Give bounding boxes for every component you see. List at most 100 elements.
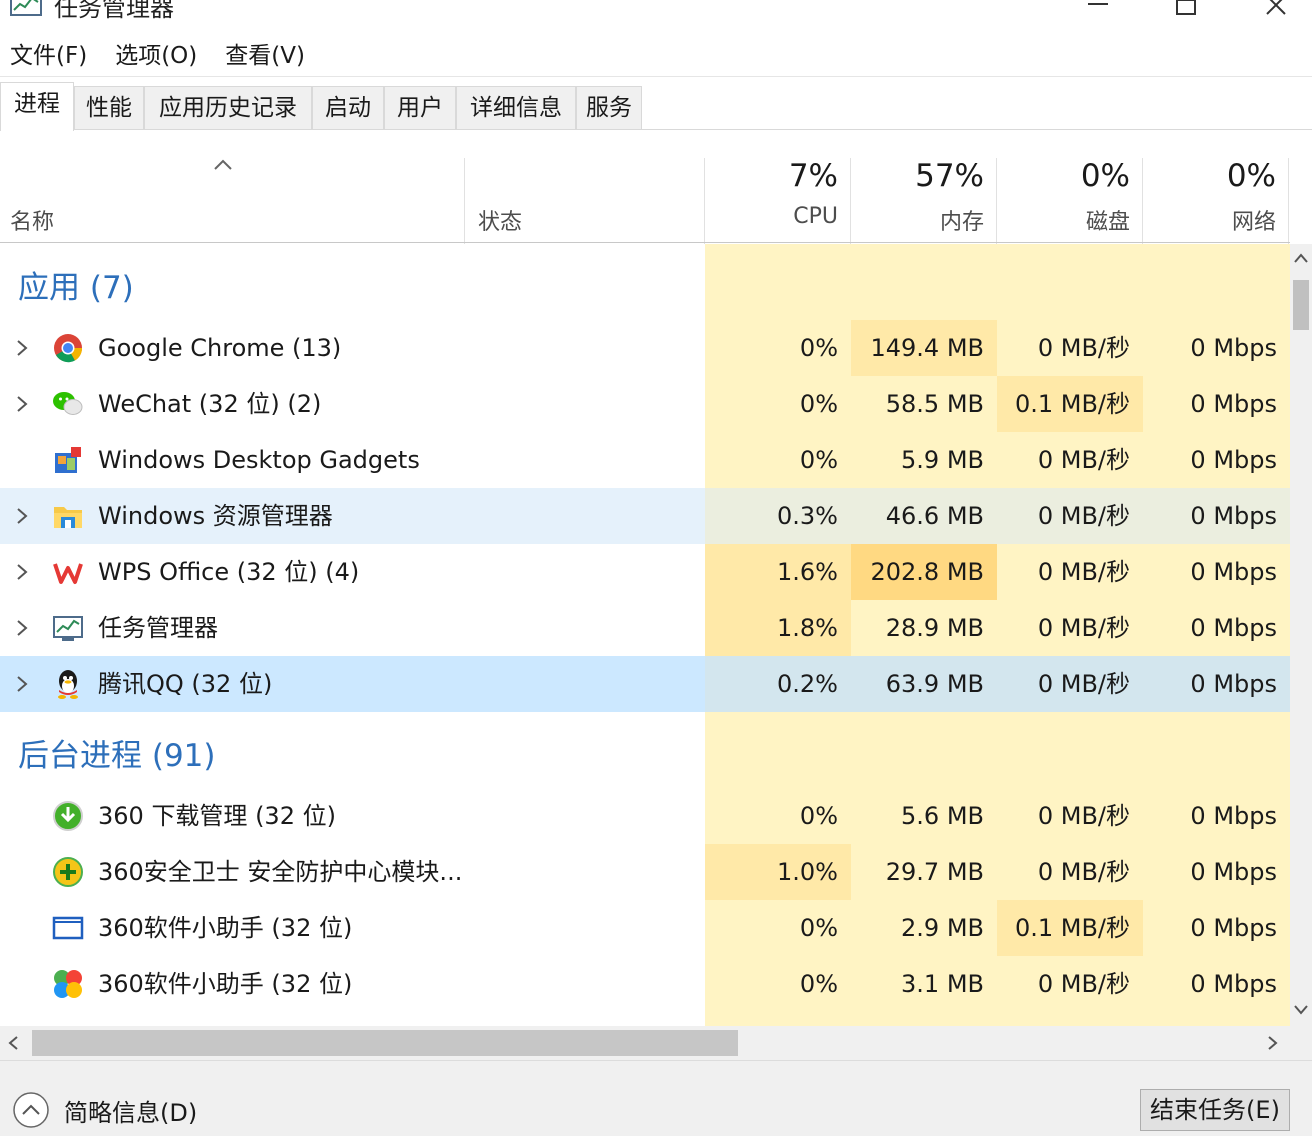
memory-value: 3.1 MB xyxy=(901,970,984,998)
column-separator[interactable] xyxy=(850,158,851,244)
process-name: Windows Desktop Gadgets xyxy=(98,446,420,474)
column-network[interactable]: 网络 xyxy=(1156,204,1276,236)
process-row-selected[interactable]: 腾讯QQ (32 位) 0.2% 63.9 MB 0 MB/秒 0 Mbps xyxy=(0,656,1290,712)
memory-value: 28.9 MB xyxy=(885,614,984,642)
tab-startup[interactable]: 启动 xyxy=(312,86,384,130)
process-row[interactable]: WeChat (32 位) (2) 0% 58.5 MB 0.1 MB/秒 0 … xyxy=(0,376,1290,432)
group-header-apps: 应用 (7) xyxy=(0,260,1290,316)
disk-value: 0 MB/秒 xyxy=(997,488,1143,544)
sort-ascending-icon[interactable] xyxy=(212,158,234,172)
process-row[interactable]: Google Chrome (13) 0% 149.4 MB 0 MB/秒 0 … xyxy=(0,320,1290,376)
cpu-value: 0% xyxy=(799,970,838,998)
process-row[interactable]: 360软件小助手 (32 位) 0% 3.1 MB 0 MB/秒 0 Mbps xyxy=(0,956,1290,1012)
scroll-right-icon[interactable] xyxy=(1264,1035,1280,1051)
horizontal-scroll-thumb[interactable] xyxy=(32,1030,738,1056)
memory-total-percent[interactable]: 57% xyxy=(864,158,984,194)
cpu-value: 0% xyxy=(799,914,838,942)
header-divider xyxy=(0,242,1290,243)
scroll-left-icon[interactable] xyxy=(6,1035,22,1051)
disk-total-percent[interactable]: 0% xyxy=(1010,158,1130,194)
vertical-scrollbar[interactable] xyxy=(1290,244,1312,1026)
tab-app-history[interactable]: 应用历史记录 xyxy=(144,86,312,130)
column-separator[interactable] xyxy=(1142,158,1143,244)
close-icon[interactable] xyxy=(1256,0,1296,20)
column-separator[interactable] xyxy=(996,158,997,244)
column-disk[interactable]: 磁盘 xyxy=(1010,204,1130,236)
process-name: WeChat (32 位) (2) xyxy=(98,390,322,418)
chevron-right-icon[interactable] xyxy=(12,338,32,358)
scrollbar-corner xyxy=(1290,1026,1312,1060)
network-value: 0 Mbps xyxy=(1190,334,1277,362)
disk-value: 0 MB/秒 xyxy=(1037,614,1130,642)
network-value: 0 Mbps xyxy=(1190,390,1277,418)
network-value: 0 Mbps xyxy=(1143,656,1290,712)
memory-value: 149.4 MB xyxy=(851,320,997,376)
process-list[interactable]: 应用 (7) Google Chrome (13) 0% 149.4 MB 0 … xyxy=(0,244,1290,1026)
network-total-percent[interactable]: 0% xyxy=(1156,158,1276,194)
scroll-up-icon[interactable] xyxy=(1293,252,1309,264)
tab-details[interactable]: 详细信息 xyxy=(456,86,576,130)
disk-value: 0 MB/秒 xyxy=(1037,446,1130,474)
process-row[interactable]: Windows 资源管理器 0.3% 46.6 MB 0 MB/秒 0 Mbps xyxy=(0,488,1290,544)
chevron-right-icon[interactable] xyxy=(12,562,32,582)
tab-services[interactable]: 服务 xyxy=(576,86,642,130)
wps-icon xyxy=(53,563,83,584)
end-task-button[interactable]: 结束任务(E) xyxy=(1140,1089,1290,1131)
disk-value: 0.1 MB/秒 xyxy=(997,900,1143,956)
column-separator[interactable] xyxy=(1288,158,1289,244)
column-name[interactable]: 名称 xyxy=(10,204,54,236)
process-name: 任务管理器 xyxy=(98,614,218,642)
process-row[interactable]: 360 下载管理 (32 位) 0% 5.6 MB 0 MB/秒 0 Mbps xyxy=(0,788,1290,844)
process-name: 360软件小助手 (32 位) xyxy=(98,970,353,998)
360-security-icon xyxy=(53,857,83,887)
column-cpu[interactable]: CPU xyxy=(718,204,838,229)
menu-divider xyxy=(0,76,1312,77)
process-name: Windows 资源管理器 xyxy=(98,502,333,530)
chevron-right-icon[interactable] xyxy=(12,674,32,694)
cpu-value: 0% xyxy=(799,390,838,418)
download-icon xyxy=(53,801,83,831)
group-header-background: 后台进程 (91) xyxy=(0,728,1290,784)
vertical-scroll-thumb[interactable] xyxy=(1293,280,1309,330)
footer: 简略信息(D) 结束任务(E) xyxy=(0,1060,1312,1136)
process-row[interactable]: 360安全卫士 安全防护中心模块... 1.0% 29.7 MB 0 MB/秒 … xyxy=(0,844,1290,900)
memory-value: 29.7 MB xyxy=(885,858,984,886)
disk-value: 0 MB/秒 xyxy=(1037,970,1130,998)
chevron-right-icon[interactable] xyxy=(12,506,32,526)
network-value: 0 Mbps xyxy=(1190,558,1277,586)
disk-value: 0 MB/秒 xyxy=(1037,802,1130,830)
tab-processes[interactable]: 进程 xyxy=(0,82,74,131)
maximize-icon[interactable] xyxy=(1166,0,1206,20)
process-row[interactable]: 360软件小助手 (32 位) 0% 2.9 MB 0.1 MB/秒 0 Mbp… xyxy=(0,900,1290,956)
scroll-down-icon[interactable] xyxy=(1293,1004,1309,1016)
tab-performance[interactable]: 性能 xyxy=(74,86,144,130)
chevron-right-icon[interactable] xyxy=(12,394,32,414)
chevron-up-circle-icon[interactable] xyxy=(12,1091,50,1129)
disk-value: 0 MB/秒 xyxy=(1037,558,1130,586)
menu-options[interactable]: 选项(O) xyxy=(115,36,197,76)
horizontal-scrollbar[interactable] xyxy=(0,1026,1290,1060)
memory-value: 63.9 MB xyxy=(851,656,997,712)
process-row[interactable]: WPS Office (32 位) (4) 1.6% 202.8 MB 0 MB… xyxy=(0,544,1290,600)
less-info-link[interactable]: 简略信息(D) xyxy=(64,1093,197,1128)
disk-value: 0.1 MB/秒 xyxy=(997,376,1143,432)
network-value: 0 Mbps xyxy=(1190,858,1277,886)
menu-file[interactable]: 文件(F) xyxy=(10,36,87,76)
cpu-value: 1.0% xyxy=(705,844,851,900)
group-title-background: 后台进程 (91) xyxy=(18,738,216,774)
process-row[interactable]: 任务管理器 1.8% 28.9 MB 0 MB/秒 0 Mbps xyxy=(0,600,1290,656)
tab-users[interactable]: 用户 xyxy=(384,86,456,130)
column-separator[interactable] xyxy=(464,158,465,244)
column-status[interactable]: 状态 xyxy=(478,204,522,236)
network-value: 0 Mbps xyxy=(1190,970,1277,998)
gadgets-icon xyxy=(55,447,81,473)
minimize-icon[interactable] xyxy=(1078,0,1118,20)
column-separator[interactable] xyxy=(704,158,705,244)
process-row[interactable]: Windows Desktop Gadgets 0% 5.9 MB 0 MB/秒… xyxy=(0,432,1290,488)
process-name: Google Chrome (13) xyxy=(98,334,342,362)
cpu-total-percent[interactable]: 7% xyxy=(718,158,838,194)
column-memory[interactable]: 内存 xyxy=(864,204,984,236)
chevron-right-icon[interactable] xyxy=(12,618,32,638)
menu-view[interactable]: 查看(V) xyxy=(225,36,305,76)
wechat-icon xyxy=(53,392,83,415)
